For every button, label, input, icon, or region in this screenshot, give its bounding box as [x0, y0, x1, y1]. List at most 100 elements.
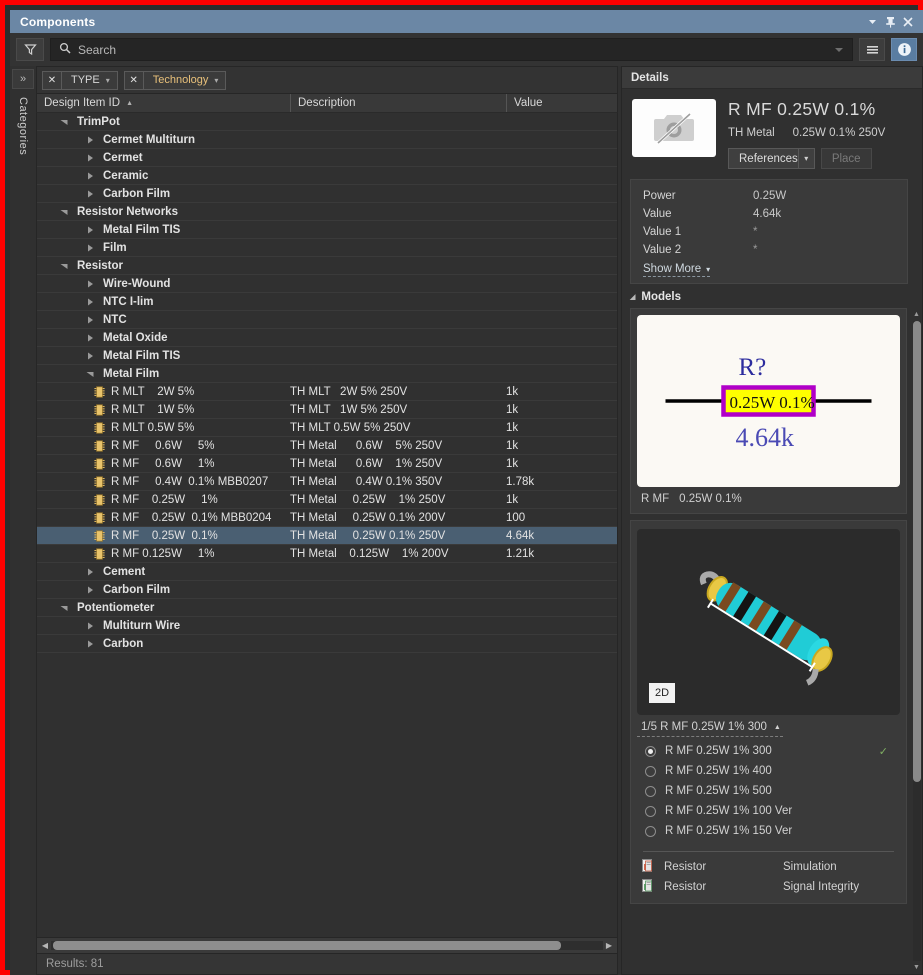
table-row[interactable]: R MLT 2W 5% TH MLT 2W 5% 250V 1k — [37, 383, 617, 401]
tree-group-row[interactable]: Resistor Networks — [37, 203, 617, 221]
funnel-icon[interactable] — [16, 38, 44, 61]
tree-group-row[interactable]: Carbon Film — [37, 185, 617, 203]
twisty-icon[interactable] — [85, 369, 95, 379]
twisty-icon[interactable] — [85, 135, 95, 145]
hscroll-thumb[interactable] — [53, 941, 561, 950]
components-tree[interactable]: TrimPot Cermet Multiturn Cermet Ceramic Carb… — [36, 113, 618, 938]
2d-toggle-button[interactable]: 2D — [649, 683, 675, 703]
footprint-option[interactable]: R MF 0.25W 1% 100 Ver — [641, 801, 896, 821]
column-header-value[interactable]: Value — [506, 94, 617, 112]
tree-group-row[interactable]: Multiturn Wire — [37, 617, 617, 635]
details-vertical-scrollbar[interactable]: ▲ ▼ — [911, 308, 922, 974]
show-more-link[interactable]: Show More ▾ — [643, 263, 711, 277]
radio-button[interactable] — [645, 805, 656, 817]
tree-group-row[interactable]: TrimPot — [37, 113, 617, 131]
twisty-icon[interactable] — [59, 207, 69, 217]
table-row[interactable]: R MF 0.25W 0.1% TH Metal 0.25W 0.1% 250V 4… — [37, 527, 617, 545]
tree-group-row[interactable]: Carbon Film — [37, 581, 617, 599]
footprint-3d-preview[interactable]: 2D — [637, 529, 900, 715]
tree-group-row[interactable]: Wire-Wound — [37, 275, 617, 293]
twisty-icon[interactable] — [85, 333, 95, 343]
model-row[interactable]: M Resistor Simulation — [637, 857, 900, 877]
model-row[interactable]: S Resistor Signal Integrity — [637, 877, 900, 897]
search-input[interactable] — [78, 42, 830, 57]
twisty-icon[interactable] — [59, 261, 69, 271]
titlebar-dropdown-icon[interactable] — [863, 13, 881, 31]
twisty-icon[interactable] — [85, 189, 95, 199]
schematic-symbol-preview[interactable]: R? 0.25W 0.1% 4.64k — [637, 315, 900, 487]
footprint-selector[interactable]: 1/5 R MF 0.25W 1% 300 ▲ — [637, 715, 783, 737]
twisty-icon[interactable] — [59, 603, 69, 613]
tree-group-row[interactable]: Metal Film — [37, 365, 617, 383]
table-row[interactable]: R MLT 0.5W 5% TH MLT 0.5W 5% 250V 1k — [37, 419, 617, 437]
tree-group-row[interactable]: Ceramic — [37, 167, 617, 185]
place-button[interactable]: Place — [820, 148, 872, 169]
table-row[interactable]: R MF 0.25W 0.1% MBB0204 TH Metal 0.25W 0.… — [37, 509, 617, 527]
twisty-icon[interactable] — [85, 351, 95, 361]
radio-button[interactable] — [645, 785, 656, 797]
table-row[interactable]: R MF 0.6W 5% TH Metal 0.6W 5% 250V 1k — [37, 437, 617, 455]
twisty-icon[interactable] — [85, 621, 95, 631]
tree-group-row[interactable]: NTC — [37, 311, 617, 329]
chevron-down-icon[interactable]: ▾ — [106, 76, 117, 85]
column-header-design-item-id[interactable]: Design Item ID ▲ — [37, 94, 290, 112]
table-row[interactable]: R MLT 1W 5% TH MLT 1W 5% 250V 1k — [37, 401, 617, 419]
chevron-down-icon[interactable]: ▾ — [797, 149, 814, 168]
expand-categories-icon[interactable]: » — [12, 69, 34, 89]
search-box[interactable] — [50, 38, 853, 61]
filter-chip-technology[interactable]: ✕ Technology ▾ — [123, 70, 227, 90]
twisty-icon[interactable] — [85, 567, 95, 577]
collapse-triangle-icon[interactable]: ◢ — [630, 293, 635, 301]
tree-group-row[interactable]: Resistor — [37, 257, 617, 275]
tree-group-row[interactable]: NTC I-lim — [37, 293, 617, 311]
remove-filter-icon[interactable]: ✕ — [125, 71, 144, 89]
chevron-down-icon[interactable]: ▾ — [706, 265, 710, 274]
hamburger-icon[interactable] — [859, 38, 885, 61]
twisty-icon[interactable] — [85, 585, 95, 595]
vscroll-track[interactable] — [912, 321, 921, 961]
scroll-right-icon[interactable]: ▶ — [603, 941, 615, 950]
table-row[interactable]: R MF 0.6W 1% TH Metal 0.6W 1% 250V 1k — [37, 455, 617, 473]
tree-group-row[interactable]: Metal Film TIS — [37, 347, 617, 365]
tree-group-row[interactable]: Carbon — [37, 635, 617, 653]
table-row[interactable]: R MF 0.4W 0.1% MBB0207 TH Metal 0.4W 0.1%… — [37, 473, 617, 491]
references-button[interactable]: References ▾ — [728, 148, 815, 169]
twisty-icon[interactable] — [85, 315, 95, 325]
filter-chip-type[interactable]: ✕ TYPE ▾ — [42, 70, 118, 90]
tree-group-row[interactable]: Metal Oxide — [37, 329, 617, 347]
twisty-icon[interactable] — [85, 243, 95, 253]
twisty-icon[interactable] — [85, 297, 95, 307]
radio-button[interactable] — [645, 765, 656, 777]
close-icon[interactable] — [899, 13, 917, 31]
twisty-icon[interactable] — [85, 225, 95, 235]
twisty-icon[interactable] — [85, 279, 95, 289]
radio-button[interactable] — [645, 745, 656, 757]
footprint-option[interactable]: R MF 0.25W 1% 400 — [641, 761, 896, 781]
scroll-down-icon[interactable]: ▼ — [913, 963, 920, 972]
tree-group-row[interactable]: Film — [37, 239, 617, 257]
hscroll-track[interactable] — [51, 941, 603, 950]
horizontal-scrollbar[interactable]: ◀ ▶ — [36, 938, 618, 954]
search-dropdown-icon[interactable] — [830, 46, 848, 54]
twisty-icon[interactable] — [85, 153, 95, 163]
tree-group-row[interactable]: Cement — [37, 563, 617, 581]
tree-group-row[interactable]: Metal Film TIS — [37, 221, 617, 239]
table-row[interactable]: R MF 0.125W 1% TH Metal 0.125W 1% 200V 1.2… — [37, 545, 617, 563]
chevron-up-icon[interactable]: ▲ — [774, 724, 781, 731]
vscroll-thumb[interactable] — [912, 321, 921, 782]
sidebar-item-categories[interactable]: Categories — [17, 93, 29, 159]
remove-filter-icon[interactable]: ✕ — [43, 71, 62, 89]
footprint-option[interactable]: R MF 0.25W 1% 300 ✓ — [641, 741, 896, 761]
scroll-up-icon[interactable]: ▲ — [913, 310, 920, 319]
footprint-option[interactable]: R MF 0.25W 1% 150 Ver — [641, 821, 896, 841]
radio-button[interactable] — [645, 825, 656, 837]
pin-icon[interactable] — [881, 13, 899, 31]
twisty-icon[interactable] — [59, 117, 69, 127]
scroll-left-icon[interactable]: ◀ — [39, 941, 51, 950]
chevron-down-icon[interactable]: ▾ — [214, 76, 225, 85]
column-header-description[interactable]: Description — [290, 94, 506, 112]
models-section-header[interactable]: ◢ Models — [622, 284, 922, 308]
info-icon[interactable] — [891, 38, 917, 61]
footprint-option[interactable]: R MF 0.25W 1% 500 — [641, 781, 896, 801]
tree-group-row[interactable]: Cermet Multiturn — [37, 131, 617, 149]
